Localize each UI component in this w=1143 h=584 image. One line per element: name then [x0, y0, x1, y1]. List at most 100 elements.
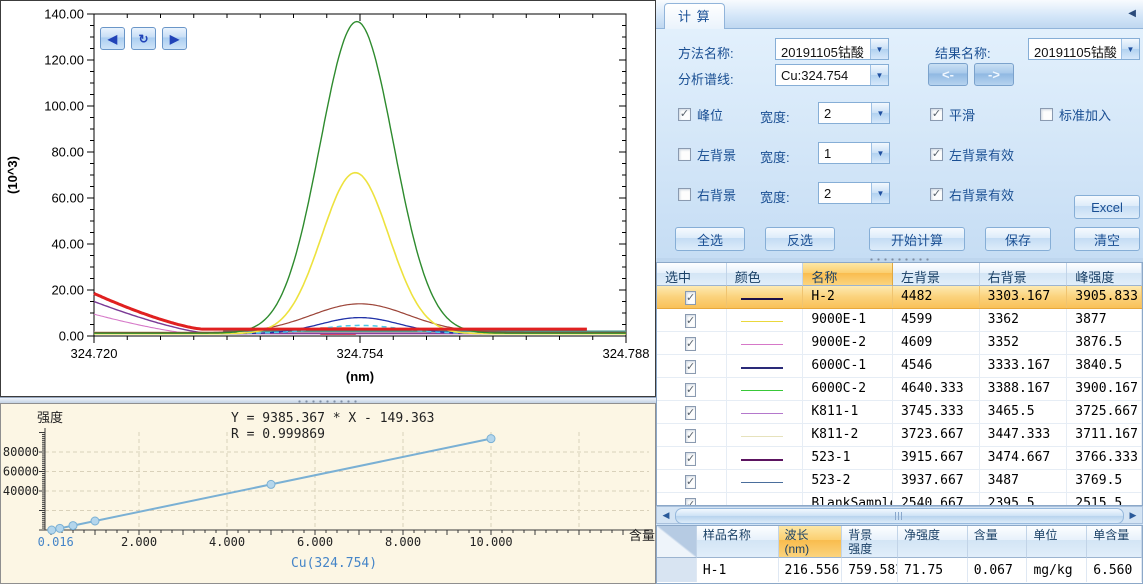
- sample-header-0[interactable]: 样品名称: [697, 526, 779, 558]
- chevron-down-icon[interactable]: ▼: [870, 39, 888, 59]
- results-header-4[interactable]: 右背景: [980, 263, 1068, 286]
- spectra-chart[interactable]: 0.0020.0040.0060.0080.00100.00120.00140.…: [0, 0, 656, 397]
- result-name-dropdown[interactable]: 20191105钴酸 ▼: [1028, 38, 1140, 60]
- smooth-checkbox[interactable]: ✓: [930, 108, 943, 121]
- results-header-2[interactable]: 名称: [803, 263, 893, 286]
- method-name-dropdown[interactable]: 20191105钴酸 ▼: [775, 38, 889, 60]
- right-bg-width-dropdown[interactable]: 2 ▼: [818, 182, 890, 204]
- right-bg-valid-checkbox[interactable]: ✓: [930, 188, 943, 201]
- row-checkbox-cell: ✓: [657, 447, 727, 469]
- chevron-down-icon[interactable]: ▼: [871, 183, 889, 203]
- peak-width-dropdown[interactable]: 2 ▼: [818, 102, 890, 124]
- series-color-swatch: [741, 482, 783, 483]
- row-name: K811-2: [803, 424, 893, 446]
- right-bg-checkbox-row[interactable]: 右背景: [678, 185, 736, 204]
- left-bg-width-value[interactable]: 1: [819, 143, 871, 163]
- horizontal-scrollbar[interactable]: ◀ ▶: [656, 506, 1143, 524]
- row-checkbox[interactable]: ✓: [685, 383, 696, 397]
- chevron-down-icon[interactable]: ▼: [871, 143, 889, 163]
- row-color-cell: [727, 332, 804, 354]
- right-bg-valid-checkbox-row[interactable]: ✓ 右背景有效: [930, 185, 1014, 204]
- spectra-chart-canvas[interactable]: 0.0020.0040.0060.0080.00100.00120.00140.…: [1, 1, 655, 396]
- scroll-right-arrow-icon[interactable]: ▶: [1125, 508, 1141, 524]
- chart-prev-button[interactable]: ◀: [100, 27, 125, 50]
- calibration-point: [91, 517, 99, 525]
- standard-add-checkbox-row[interactable]: 标准加入: [1040, 105, 1111, 124]
- sample-header-2[interactable]: 背景 强度: [842, 526, 898, 558]
- row-checkbox[interactable]: ✓: [685, 314, 696, 328]
- row-checkbox[interactable]: ✓: [685, 406, 696, 420]
- table-row[interactable]: ✓H-244823303.1673905.833: [657, 286, 1142, 309]
- row-right-bg: 3474.667: [980, 447, 1068, 469]
- left-bg-width-label: 宽度:: [760, 147, 790, 166]
- row-left-bg: 3745.333: [893, 401, 980, 423]
- table-row[interactable]: ✓K811-23723.6673447.3333711.167: [657, 424, 1142, 447]
- invert-selection-button[interactable]: 反选: [765, 227, 835, 251]
- left-bg-valid-checkbox-row[interactable]: ✓ 左背景有效: [930, 145, 1014, 164]
- method-name-value[interactable]: 20191105钴酸: [776, 39, 870, 59]
- right-bg-width-value[interactable]: 2: [819, 183, 871, 203]
- chart-refresh-button[interactable]: ↻: [131, 27, 156, 50]
- row-checkbox[interactable]: ✓: [685, 291, 696, 305]
- chevron-down-icon[interactable]: ▼: [870, 65, 888, 85]
- table-row[interactable]: ✓6000C-145463333.1673840.5: [657, 355, 1142, 378]
- chevron-down-icon[interactable]: ▼: [871, 103, 889, 123]
- row-checkbox[interactable]: ✓: [685, 452, 696, 466]
- left-bg-checkbox[interactable]: [678, 148, 691, 161]
- row-checkbox[interactable]: ✓: [685, 337, 696, 351]
- method-name-label: 方法名称:: [678, 43, 734, 62]
- chevron-down-icon[interactable]: ▼: [1121, 39, 1139, 59]
- sample-result-table: 样品名称波长 (nm)背景 强度净强度含量单位单含量 H-1216.556759…: [656, 525, 1143, 584]
- sample-header-1[interactable]: 波长 (nm): [779, 526, 843, 558]
- sample-row-selector[interactable]: [657, 558, 697, 582]
- analysis-line-dropdown[interactable]: Cu:324.754 ▼: [775, 64, 889, 86]
- standard-add-checkbox[interactable]: [1040, 108, 1053, 121]
- results-header-1[interactable]: 颜色: [727, 263, 804, 286]
- select-all-button[interactable]: 全选: [675, 227, 745, 251]
- result-name-value[interactable]: 20191105钴酸: [1029, 39, 1121, 59]
- peak-checkbox-row[interactable]: ✓ 峰位: [678, 105, 723, 124]
- peak-width-value[interactable]: 2: [819, 103, 871, 123]
- sample-header-4[interactable]: 含量: [968, 526, 1028, 558]
- left-bg-valid-checkbox[interactable]: ✓: [930, 148, 943, 161]
- table-row[interactable]: ✓K811-13745.3333465.53725.667: [657, 401, 1142, 424]
- row-checkbox[interactable]: ✓: [685, 360, 696, 374]
- row-checkbox[interactable]: ✓: [685, 498, 696, 506]
- table-row[interactable]: ✓9000E-1459933623877: [657, 309, 1142, 332]
- smooth-checkbox-row[interactable]: ✓ 平滑: [930, 105, 975, 124]
- analysis-line-value[interactable]: Cu:324.754: [776, 65, 870, 85]
- left-bg-checkbox-row[interactable]: 左背景: [678, 145, 736, 164]
- series-color-swatch: [741, 459, 783, 461]
- table-row[interactable]: ✓6000C-24640.3333388.1673900.167: [657, 378, 1142, 401]
- chart-next-button[interactable]: ▶: [162, 27, 187, 50]
- standard-add-checkbox-label: 标准加入: [1059, 105, 1111, 124]
- sample-row[interactable]: H-1216.556759.58371.750.067mg/kg6.560: [657, 558, 1142, 582]
- row-checkbox[interactable]: ✓: [685, 475, 696, 489]
- nav-back-button[interactable]: <-: [928, 63, 968, 86]
- excel-button[interactable]: Excel: [1074, 195, 1140, 219]
- sample-header-3[interactable]: 净强度: [898, 526, 968, 558]
- row-checkbox[interactable]: ✓: [685, 429, 696, 443]
- peak-checkbox[interactable]: ✓: [678, 108, 691, 121]
- table-row[interactable]: ✓9000E-2460933523876.5: [657, 332, 1142, 355]
- left-bg-width-dropdown[interactable]: 1 ▼: [818, 142, 890, 164]
- sample-header-6[interactable]: 单含量: [1087, 526, 1142, 558]
- table-row[interactable]: ✓523-13915.6673474.6673766.333: [657, 447, 1142, 470]
- start-calculation-button[interactable]: 开始计算: [869, 227, 965, 251]
- results-header-5[interactable]: 峰强度: [1067, 263, 1142, 286]
- nav-forward-button[interactable]: ->: [974, 63, 1014, 86]
- save-button[interactable]: 保存: [985, 227, 1051, 251]
- scrollbar-thumb[interactable]: [675, 508, 1124, 524]
- table-corner-select-all[interactable]: [657, 526, 697, 558]
- table-row[interactable]: ✓BlankSample12540.6672395.52515.5: [657, 493, 1142, 506]
- clear-button[interactable]: 清空: [1074, 227, 1140, 251]
- sample-header-5[interactable]: 单位: [1027, 526, 1087, 558]
- calibration-chart-canvas: 4000060000800000.0162.0004.0006.0008.000…: [1, 404, 655, 583]
- right-bg-checkbox[interactable]: [678, 188, 691, 201]
- scroll-left-arrow-icon[interactable]: ◀: [658, 508, 674, 524]
- tab-calculate[interactable]: 计 算: [664, 3, 725, 30]
- collapse-arrow-icon[interactable]: ◀: [1128, 8, 1136, 19]
- results-header-0[interactable]: 选中: [657, 263, 727, 286]
- table-row[interactable]: ✓523-23937.66734873769.5: [657, 470, 1142, 493]
- results-header-3[interactable]: 左背景: [893, 263, 980, 286]
